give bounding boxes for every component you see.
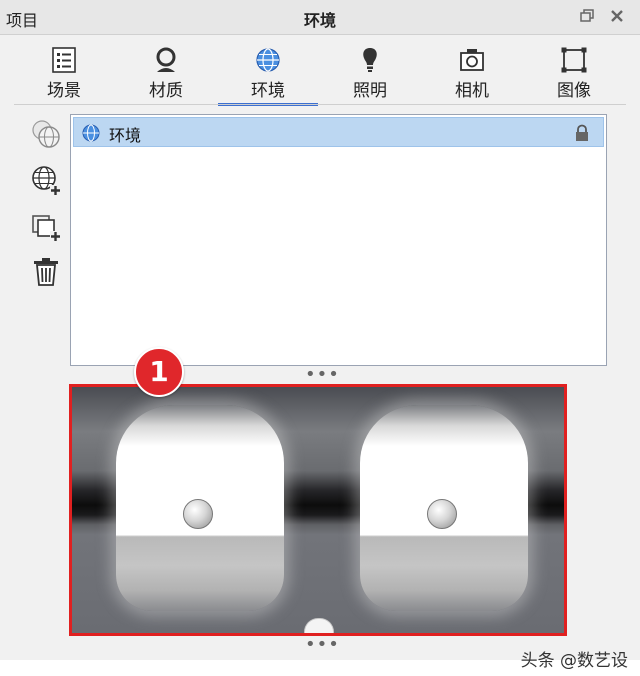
tab-bar: 场景 材质 环境 照明 相机 图像 xyxy=(14,40,626,106)
light-shape[interactable] xyxy=(360,405,528,611)
panel-title: 环境 xyxy=(303,11,336,30)
light-bulb-icon xyxy=(363,48,377,72)
environment-preview[interactable] xyxy=(69,384,567,636)
environment-list[interactable]: 环境 xyxy=(70,114,607,366)
restore-window-icon[interactable] xyxy=(578,8,596,26)
import-environment-icon[interactable] xyxy=(30,210,62,242)
callout-badge: 1 xyxy=(134,347,184,397)
add-environment-icon[interactable] xyxy=(30,164,62,196)
tab-environment[interactable]: 环境 xyxy=(218,40,318,106)
tab-image[interactable]: 图像 xyxy=(524,40,624,102)
tab-scene[interactable]: 场景 xyxy=(14,40,114,102)
tab-material[interactable]: 材质 xyxy=(116,40,216,102)
list-icon xyxy=(52,47,76,73)
close-icon[interactable] xyxy=(608,8,626,26)
globe-icon xyxy=(82,124,100,142)
splitter-handle[interactable]: ••• xyxy=(305,636,340,654)
camera-icon xyxy=(460,49,484,71)
trash-icon[interactable] xyxy=(30,256,62,288)
light-pin-handle[interactable] xyxy=(183,499,213,529)
tab-label: 环境 xyxy=(251,81,285,101)
material-ball-icon xyxy=(156,47,176,72)
list-item-label: 环境 xyxy=(109,126,142,145)
duplicate-environment-icon[interactable] xyxy=(30,118,62,150)
light-shape[interactable] xyxy=(116,405,284,611)
project-title[interactable]: 项目 xyxy=(6,7,38,31)
list-item[interactable]: 环境 xyxy=(73,117,604,147)
tab-divider xyxy=(14,104,626,105)
watermark: 头条 @数艺设 xyxy=(520,651,628,671)
globe-icon xyxy=(256,48,280,72)
lock-icon[interactable] xyxy=(573,124,591,142)
environment-panel: 项目 环境 场景 材质 环境 照明 相机 图像 环境 ••• ••• 1 xyxy=(0,0,640,660)
tab-label: 场景 xyxy=(47,81,81,101)
tab-camera[interactable]: 相机 xyxy=(422,40,522,102)
image-frame-icon xyxy=(561,47,587,73)
light-pin-handle[interactable] xyxy=(427,499,457,529)
tab-label: 照明 xyxy=(353,81,387,101)
tab-label: 材质 xyxy=(149,81,183,101)
tab-lighting[interactable]: 照明 xyxy=(320,40,420,102)
title-bar: 项目 环境 xyxy=(0,0,640,35)
tab-label: 图像 xyxy=(557,81,591,101)
tab-label: 相机 xyxy=(455,81,489,101)
splitter-handle[interactable]: ••• xyxy=(305,366,340,384)
